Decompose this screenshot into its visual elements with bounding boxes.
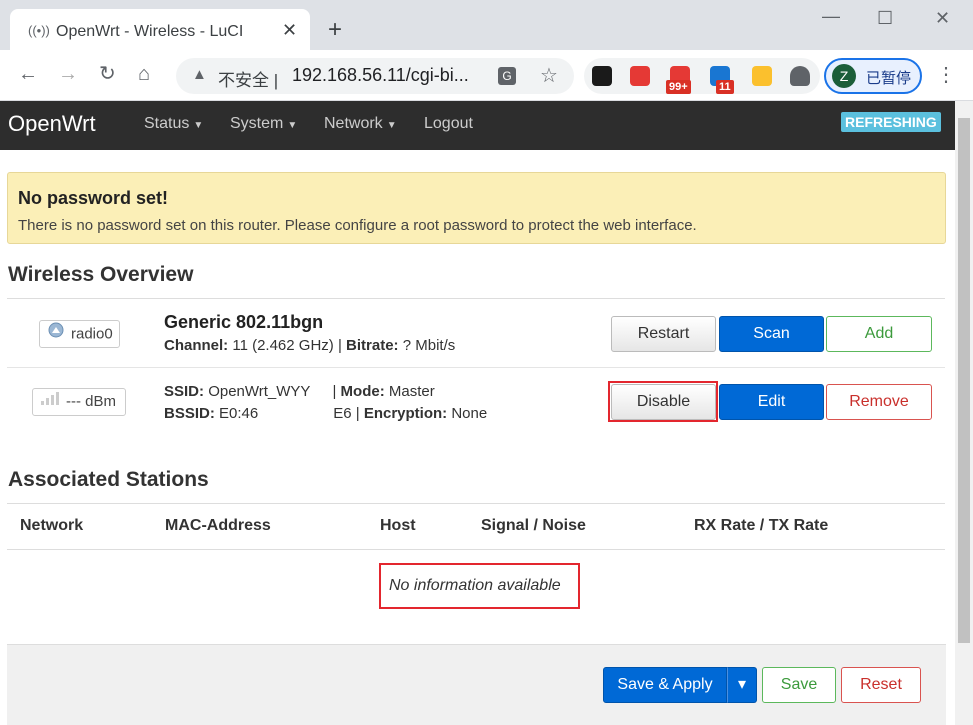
insecure-label: 不安全 | [218, 71, 279, 90]
address-bar[interactable]: ▲ 不安全 | 192.168.56.11/cgi-bi... G ☆ [176, 58, 574, 94]
ssid-info: SSID: OpenWrt_WYY | Mode: Master [164, 383, 435, 400]
avatar: Z [832, 64, 856, 88]
no-password-alert: No password set! There is no password se… [7, 172, 946, 244]
caret-down-icon: ▼ [287, 120, 298, 131]
signal-badge: --- dBm [32, 388, 126, 416]
back-arrow-icon[interactable]: ← [18, 64, 38, 84]
forward-arrow-icon[interactable]: → [58, 64, 78, 84]
edit-button[interactable]: Edit [719, 384, 824, 420]
tab-title: OpenWrt - Wireless - LuCI [56, 23, 244, 40]
extensions-bar: 99+ 11 [584, 58, 820, 94]
download-icon[interactable] [752, 66, 772, 86]
browser-tab[interactable]: ((•)) OpenWrt - Wireless - LuCI ✕ [10, 9, 310, 50]
url-text[interactable]: 192.168.56.11/cgi-bi... [292, 65, 469, 86]
tab-close-icon[interactable]: ✕ [282, 20, 297, 41]
column-host: Host [380, 517, 416, 534]
encryption-value: None [451, 405, 488, 422]
menu-network[interactable]: Network ▼ [324, 115, 397, 133]
separator: | [332, 383, 337, 400]
wireless-overview-heading: Wireless Overview [8, 263, 194, 286]
home-icon[interactable]: ⌂ [138, 64, 150, 84]
menu-system[interactable]: System ▼ [230, 115, 297, 133]
window-close-icon[interactable]: ✕ [935, 8, 950, 29]
bssid-label: BSSID: [164, 405, 215, 422]
alert-text: There is no password set on this router.… [18, 217, 697, 234]
channel-label: Channel: [164, 337, 229, 354]
add-button[interactable]: Add [826, 316, 932, 352]
menu-status[interactable]: Status ▼ [144, 115, 203, 133]
column-rx-tx-rate: RX Rate / TX Rate [694, 517, 829, 534]
warning-icon[interactable]: ▲ [192, 66, 207, 83]
tampermonkey-icon[interactable] [592, 66, 612, 86]
extension-badge: 11 [716, 80, 734, 94]
column-network: Network [20, 517, 84, 534]
divider [7, 367, 945, 368]
mode-value: Master [388, 383, 435, 400]
ssid-value: OpenWrt_WYY [208, 383, 311, 400]
divider [7, 298, 945, 299]
caret-down-icon: ▼ [193, 120, 204, 131]
column-signal-noise: Signal / Noise [481, 517, 586, 534]
menu-logout[interactable]: Logout [424, 115, 473, 133]
separator: | [337, 337, 342, 354]
bookmark-star-icon[interactable]: ☆ [540, 63, 558, 88]
browser-menu-icon[interactable]: ⋮ [936, 62, 956, 87]
radio-info: Channel: 11 (2.462 GHz) | Bitrate: ? Mbi… [164, 337, 455, 354]
top-navbar: OpenWrt Status ▼ System ▼ Network ▼ Logout … [0, 101, 955, 150]
save-apply-dropdown-icon[interactable]: ▾ [727, 667, 757, 703]
wifi-radio-icon [47, 321, 65, 348]
profile-status: 已暂停 [866, 70, 912, 87]
separator: | [355, 405, 360, 422]
menu-system-label: System [230, 115, 284, 132]
reset-button[interactable]: Reset [841, 667, 921, 703]
refreshing-badge[interactable]: REFRESHING [841, 112, 941, 132]
bitrate-value: ? Mbit/s [402, 337, 456, 354]
maximize-icon[interactable]: ☐ [877, 8, 893, 29]
highlight-box [379, 563, 580, 609]
alert-title: No password set! [18, 188, 169, 208]
save-apply-button[interactable]: Save & Apply [603, 667, 727, 703]
bssid-info: BSSID: E0:46 E6 | Encryption: None [164, 405, 487, 422]
bilibili-icon[interactable] [630, 66, 650, 86]
browser-toolbar: ← → ↻ ⌂ ▲ 不安全 | 192.168.56.11/cgi-bi... … [0, 50, 973, 101]
divider [7, 549, 945, 550]
column-mac-address: MAC-Address [165, 517, 271, 534]
encryption-label: Encryption: [363, 405, 448, 422]
minimize-icon[interactable]: — [822, 6, 840, 27]
menu-network-label: Network [324, 115, 383, 132]
bitrate-label: Bitrate: [346, 337, 399, 354]
scrollbar-thumb[interactable] [958, 118, 970, 643]
translate-icon[interactable]: G [498, 67, 516, 85]
caret-down-icon: ▼ [386, 120, 397, 131]
bssid-suffix: E6 [333, 405, 352, 422]
highlight-box [608, 381, 718, 422]
save-button[interactable]: Save [762, 667, 836, 703]
divider [7, 503, 945, 504]
channel-value: 11 (2.462 GHz) [232, 337, 334, 354]
puzzle-icon[interactable] [790, 66, 810, 86]
scan-button[interactable]: Scan [719, 316, 824, 352]
signal-badge-label: --- dBm [66, 393, 116, 410]
browser-tab-strip: ((•)) OpenWrt - Wireless - LuCI ✕ + — ☐ … [0, 0, 973, 50]
remove-button[interactable]: Remove [826, 384, 932, 420]
menu-status-label: Status [144, 115, 190, 132]
device-title: Generic 802.11bgn [164, 312, 324, 332]
radio-badge: radio0 [39, 320, 120, 348]
radio-badge-label: radio0 [71, 325, 113, 343]
reload-icon[interactable]: ↻ [99, 64, 116, 84]
signal-strength-icon [40, 389, 60, 415]
profile-button[interactable]: Z 已暂停 [824, 58, 922, 94]
mode-label: Mode: [340, 383, 385, 400]
new-tab-button[interactable]: + [328, 18, 342, 42]
associated-stations-heading: Associated Stations [8, 468, 209, 491]
bssid-prefix: E0:46 [219, 405, 259, 422]
restart-button[interactable]: Restart [611, 316, 716, 352]
brand-logo[interactable]: OpenWrt [8, 111, 96, 137]
ssid-label: SSID: [164, 383, 205, 400]
extension-badge: 99+ [666, 80, 691, 94]
wireless-favicon-icon: ((•)) [28, 23, 50, 38]
